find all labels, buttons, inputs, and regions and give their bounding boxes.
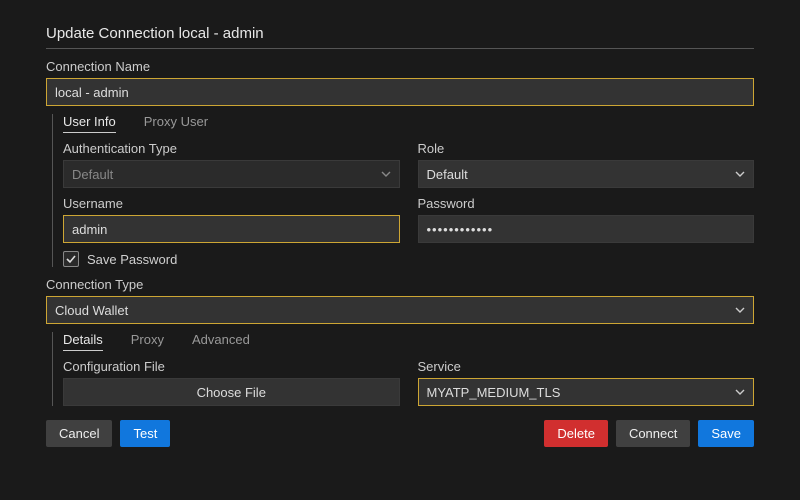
config-file-label: Configuration File [63,359,400,374]
connect-button[interactable]: Connect [616,420,690,447]
test-button[interactable]: Test [120,420,170,447]
chevron-down-icon [735,169,745,179]
username-input[interactable] [63,215,400,243]
choose-file-button[interactable]: Choose File [63,378,400,406]
user-info-tabs: User Info Proxy User [63,114,754,133]
cancel-button[interactable]: Cancel [46,420,112,447]
chevron-down-icon [735,305,745,315]
chevron-down-icon [381,169,391,179]
details-tabs: Details Proxy Advanced [63,332,754,351]
service-select[interactable]: MYATP_MEDIUM_TLS [418,378,755,406]
connection-name-label: Connection Name [46,59,754,74]
tab-advanced[interactable]: Advanced [192,332,250,351]
connection-type-select[interactable]: Cloud Wallet [46,296,754,324]
dialog-title: Update Connection local - admin [46,25,754,49]
role-select[interactable]: Default [418,160,755,188]
save-password-label: Save Password [87,252,177,267]
password-label: Password [418,196,755,211]
auth-type-label: Authentication Type [63,141,400,156]
password-input[interactable] [418,215,755,243]
role-label: Role [418,141,755,156]
connection-name-input[interactable] [46,78,754,106]
chevron-down-icon [735,387,745,397]
tab-user-info[interactable]: User Info [63,114,116,133]
delete-button[interactable]: Delete [544,420,608,447]
check-icon [65,253,77,265]
role-value: Default [427,167,468,182]
service-value: MYATP_MEDIUM_TLS [427,385,561,400]
tab-proxy-user[interactable]: Proxy User [144,114,208,133]
auth-type-select: Default [63,160,400,188]
connection-type-label: Connection Type [46,277,754,292]
save-button[interactable]: Save [698,420,754,447]
connection-type-value: Cloud Wallet [55,303,128,318]
tab-details[interactable]: Details [63,332,103,351]
username-label: Username [63,196,400,211]
save-password-checkbox[interactable] [63,251,79,267]
service-label: Service [418,359,755,374]
tab-proxy[interactable]: Proxy [131,332,164,351]
auth-type-value: Default [72,167,113,182]
